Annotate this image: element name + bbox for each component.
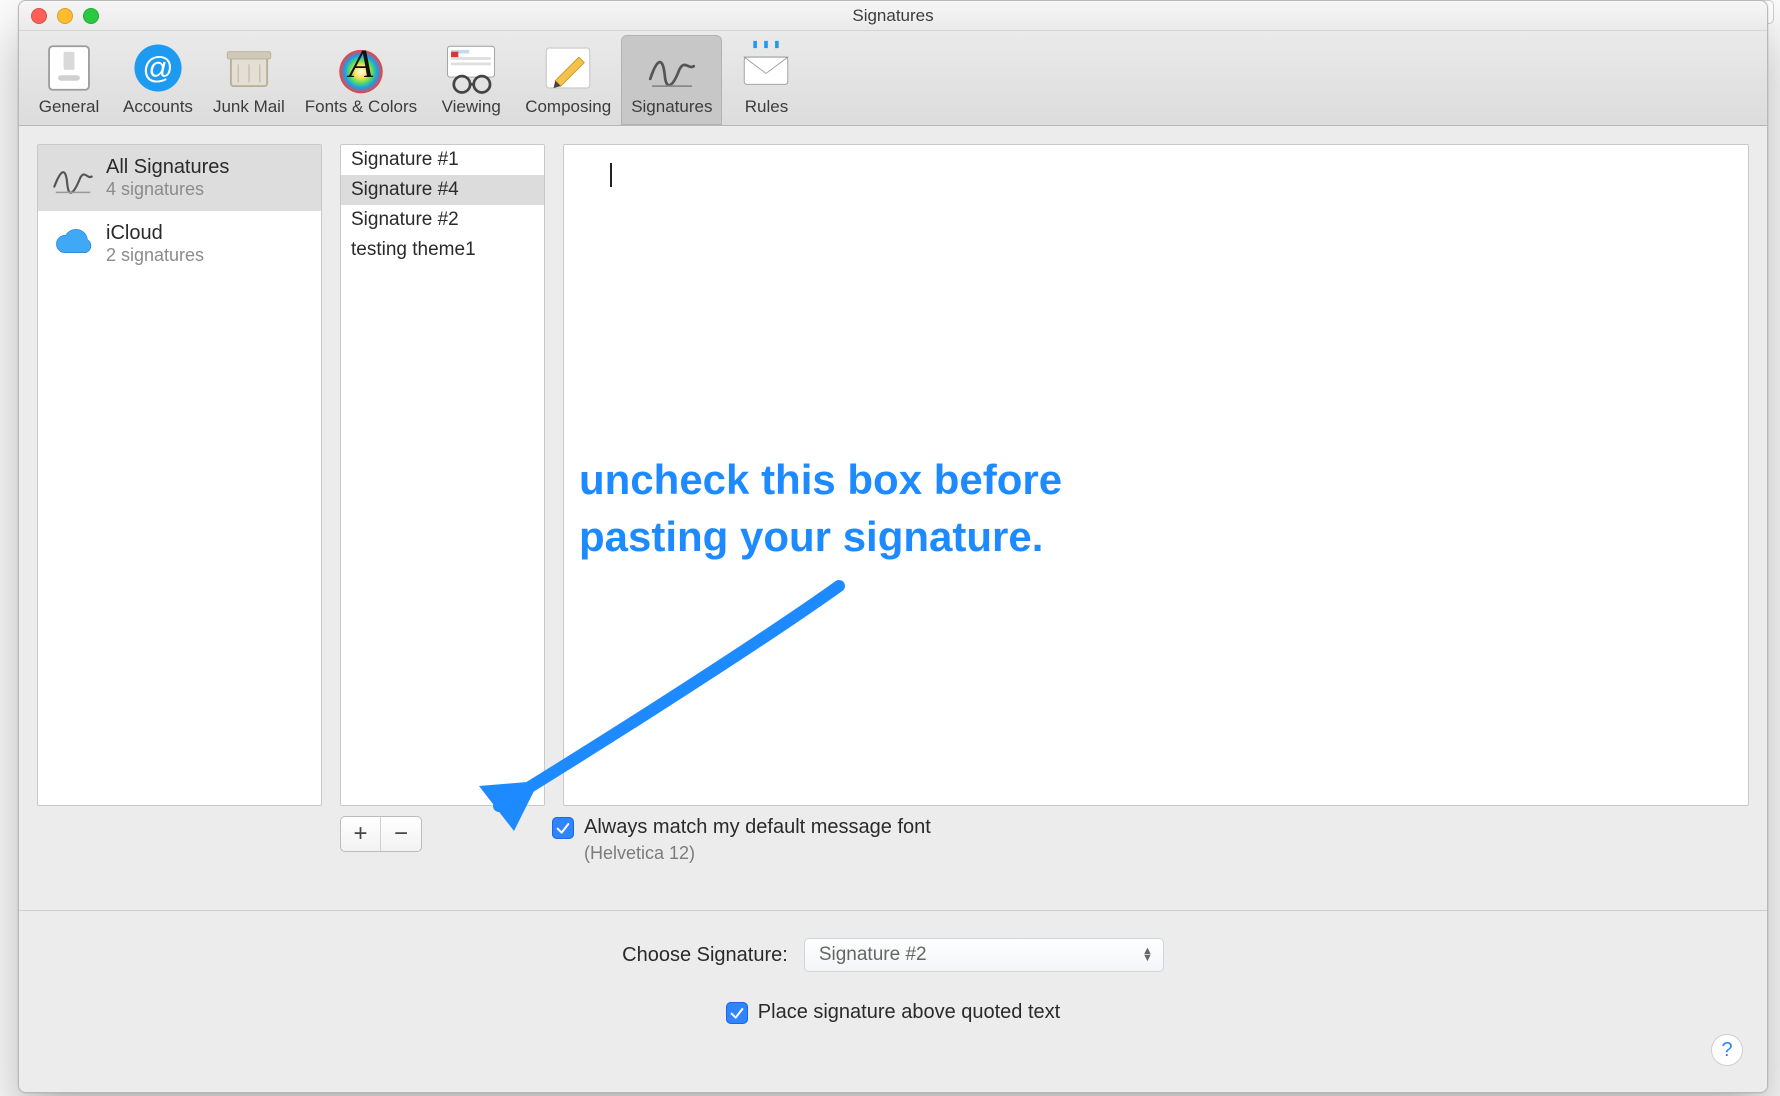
account-name: All Signatures [106, 156, 229, 179]
general-icon [40, 39, 98, 97]
tab-label: Accounts [123, 97, 193, 117]
signature-icon [50, 155, 96, 201]
remove-signature-button[interactable]: − [381, 817, 421, 851]
tab-label: Rules [745, 97, 788, 117]
match-font-row: Always match my default message font (He… [552, 816, 931, 864]
account-row-all-signatures[interactable]: All Signatures 4 signatures [38, 145, 321, 211]
match-font-label: Always match my default message font [584, 816, 931, 839]
svg-text:@: @ [142, 50, 173, 85]
accounts-pane: All Signatures 4 signatures iCloud 2 sig… [37, 144, 322, 806]
tab-rules[interactable]: Rules [722, 35, 810, 125]
preferences-toolbar: General @ Accounts Junk Mail [19, 31, 1767, 126]
text-caret [610, 163, 612, 187]
fonts-colors-icon: A [332, 39, 390, 97]
signature-item[interactable]: Signature #1 [341, 145, 544, 175]
tab-label: Composing [525, 97, 611, 117]
icloud-icon [50, 221, 96, 267]
signature-item[interactable]: Signature #2 [341, 205, 544, 235]
titlebar: Signatures [19, 1, 1767, 31]
composing-icon [539, 39, 597, 97]
chevron-updown-icon: ▲▼ [1142, 948, 1153, 962]
signature-editor[interactable] [563, 144, 1749, 806]
signatures-icon [643, 39, 701, 97]
divider [19, 910, 1767, 911]
choose-signature-row: Choose Signature: Signature #2 ▲▼ [19, 931, 1767, 979]
choose-signature-select[interactable]: Signature #2 ▲▼ [804, 938, 1164, 972]
checkmark-icon [555, 820, 571, 836]
viewing-icon [442, 39, 500, 97]
tab-accounts[interactable]: @ Accounts [113, 35, 203, 125]
add-remove-group: + − [340, 816, 422, 852]
content-area: All Signatures 4 signatures iCloud 2 sig… [19, 126, 1767, 1092]
choose-signature-label: Choose Signature: [622, 944, 788, 967]
account-sub: 2 signatures [106, 245, 204, 266]
tab-label: Signatures [631, 97, 712, 117]
match-font-checkbox[interactable] [552, 817, 574, 839]
tab-junk-mail[interactable]: Junk Mail [203, 35, 295, 125]
help-button[interactable]: ? [1711, 1034, 1743, 1066]
below-panes-row: + − Always match my default message font… [19, 806, 1767, 896]
accounts-icon: @ [129, 39, 187, 97]
tab-fonts-colors[interactable]: A Fonts & Colors [295, 35, 427, 125]
place-above-label: Place signature above quoted text [758, 1001, 1060, 1024]
three-pane-layout: All Signatures 4 signatures iCloud 2 sig… [19, 126, 1767, 806]
signatures-list-pane: Signature #1 Signature #4 Signature #2 t… [340, 144, 545, 806]
choose-signature-value: Signature #2 [819, 944, 927, 966]
svg-text:A: A [346, 41, 374, 86]
match-font-sublabel: (Helvetica 12) [584, 843, 931, 864]
place-above-checkbox[interactable] [726, 1002, 748, 1024]
account-sub: 4 signatures [106, 179, 229, 200]
window-title: Signatures [19, 6, 1767, 26]
add-signature-button[interactable]: + [341, 817, 381, 851]
preferences-window: Signatures General @ Accounts Junk Mail [18, 0, 1768, 1093]
tab-composing[interactable]: Composing [515, 35, 621, 125]
tab-general[interactable]: General [25, 35, 113, 125]
checkmark-icon [729, 1005, 745, 1021]
junk-mail-icon [220, 39, 278, 97]
tab-signatures[interactable]: Signatures [621, 35, 722, 125]
account-name: iCloud [106, 222, 204, 245]
tab-viewing[interactable]: Viewing [427, 35, 515, 125]
signature-item[interactable]: Signature #4 [341, 175, 544, 205]
rules-icon [737, 39, 795, 97]
account-row-icloud[interactable]: iCloud 2 signatures [38, 211, 321, 277]
signature-item[interactable]: testing theme1 [341, 235, 544, 265]
tab-label: Viewing [442, 97, 501, 117]
place-above-row: Place signature above quoted text [19, 1001, 1767, 1024]
tab-label: General [39, 97, 99, 117]
tab-label: Fonts & Colors [305, 97, 417, 117]
tab-label: Junk Mail [213, 97, 285, 117]
